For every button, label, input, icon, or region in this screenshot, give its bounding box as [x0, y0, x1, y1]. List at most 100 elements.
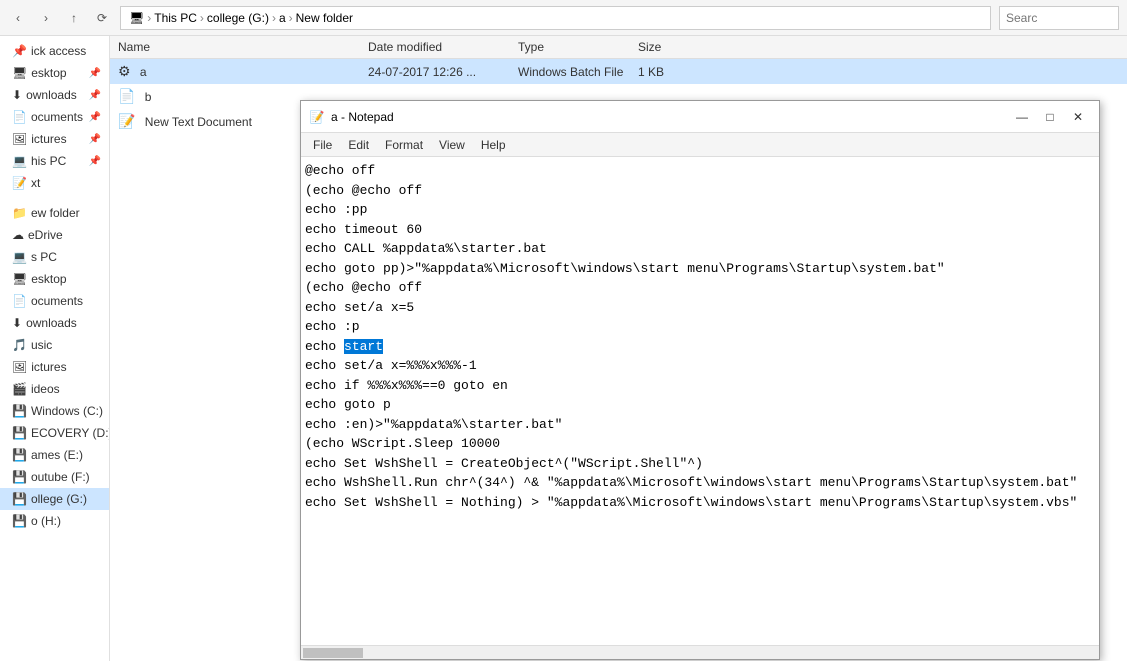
nav-forward-button[interactable]: › [36, 8, 56, 28]
col-header-name[interactable]: Name [118, 40, 368, 54]
minimize-button[interactable]: — [1009, 107, 1035, 127]
sidebar-item-pictures[interactable]: 🖼 ictures 📌 [0, 128, 109, 150]
sidebar-item-h[interactable]: 💾 o (H:) [0, 510, 109, 532]
sidebar-item-blank[interactable] [0, 194, 109, 202]
pin-icon: 📌 [89, 156, 101, 167]
pictures-icon: 🖼 [12, 132, 27, 146]
file-size-a: 1 KB [638, 65, 718, 79]
menu-file[interactable]: File [305, 136, 340, 154]
this-pc-icon: 💻 [12, 154, 27, 168]
sidebar-item-windows-c[interactable]: 💾 Windows (C:) [0, 400, 109, 422]
sidebar-label: ECOVERY (D:) [31, 426, 109, 440]
file-list-header: Name Date modified Type Size [110, 36, 1127, 59]
nav-up-button[interactable]: ↑ [64, 8, 84, 28]
close-button[interactable]: ✕ [1065, 107, 1091, 127]
sidebar-item-onedrive[interactable]: ☁ eDrive [0, 224, 109, 246]
sidebar-label: ictures [31, 360, 66, 374]
sidebar-label: eDrive [28, 228, 63, 242]
sidebar-item-s-pc[interactable]: 💻 s PC [0, 246, 109, 268]
desktop2-icon: 🖥 [12, 272, 27, 286]
sidebar-item-this-pc[interactable]: 💻 his PC 📌 [0, 150, 109, 172]
pin-icon: 📌 [89, 68, 101, 79]
scrollbar-thumb[interactable] [303, 648, 363, 658]
sidebar-item-college-g[interactable]: 💾 ollege (G:) [0, 488, 109, 510]
menu-format[interactable]: Format [377, 136, 431, 154]
sidebar-label: s PC [31, 250, 57, 264]
sidebar-item-quick-access[interactable]: 📌 ick access [0, 40, 109, 62]
pin-icon: 📌 [89, 112, 101, 123]
sidebar-label: his PC [31, 154, 66, 168]
sidebar-item-youtube-f[interactable]: 💾 outube (F:) [0, 466, 109, 488]
onedrive-icon: ☁ [12, 228, 24, 242]
drive-e-icon: 💾 [12, 448, 27, 462]
batch-file-icon: ⚙ [118, 63, 131, 79]
breadcrumb-icon: 🖥 [129, 11, 144, 25]
sidebar-label: xt [31, 176, 40, 190]
file-b-icon: 📄 [118, 88, 135, 104]
notepad-content[interactable]: @echo off (echo @echo off echo :pp echo … [301, 157, 1099, 645]
breadcrumb-part-1[interactable]: This PC [154, 11, 197, 25]
sidebar-label: ocuments [31, 294, 83, 308]
sidebar-item-downloads[interactable]: ⬇ ownloads 📌 [0, 84, 109, 106]
text-icon: 📝 [12, 176, 27, 190]
menu-view[interactable]: View [431, 136, 473, 154]
breadcrumb-part-4[interactable]: New folder [296, 11, 353, 25]
sidebar-item-xt[interactable]: 📝 xt [0, 172, 109, 194]
sidebar-label: ew folder [31, 206, 80, 220]
col-header-type[interactable]: Type [518, 40, 638, 54]
nav-back-button[interactable]: ‹ [8, 8, 28, 28]
sidebar-item-documents2[interactable]: 📄 ocuments [0, 290, 109, 312]
sidebar-item-videos[interactable]: 🎬 ideos [0, 378, 109, 400]
sidebar-item-new-folder[interactable]: 📁 ew folder [0, 202, 109, 224]
sidebar-label: o (H:) [31, 514, 61, 528]
sidebar-label: ideos [31, 382, 60, 396]
file-row-a[interactable]: ⚙ a 24-07-2017 12:26 ... Windows Batch F… [110, 59, 1127, 84]
drive-f-icon: 💾 [12, 470, 27, 484]
sidebar-label: outube (F:) [31, 470, 90, 484]
sidebar-label: ollege (G:) [31, 492, 87, 506]
breadcrumb[interactable]: 🖥 › This PC › college (G:) › a › New fol… [120, 6, 991, 30]
downloads-icon: ⬇ [12, 88, 22, 102]
pc-icon: 💻 [12, 250, 27, 264]
sidebar-item-desktop2[interactable]: 🖥 esktop [0, 268, 109, 290]
refresh-button[interactable]: ⟳ [92, 8, 112, 28]
col-header-size[interactable]: Size [638, 40, 718, 54]
sidebar-label: ick access [31, 44, 86, 58]
menu-edit[interactable]: Edit [340, 136, 377, 154]
sidebar-item-music[interactable]: 🎵 usic [0, 334, 109, 356]
sidebar-item-desktop[interactable]: 🖥 esktop 📌 [0, 62, 109, 84]
search-input[interactable] [999, 6, 1119, 30]
sidebar-label: ocuments [31, 110, 83, 124]
file-date-a: 24-07-2017 12:26 ... [368, 65, 518, 79]
notepad-menubar: File Edit Format View Help [301, 133, 1099, 157]
sidebar-item-documents[interactable]: 📄 ocuments 📌 [0, 106, 109, 128]
menu-help[interactable]: Help [473, 136, 514, 154]
breadcrumb-part-3[interactable]: a [279, 11, 286, 25]
maximize-button[interactable]: □ [1037, 107, 1063, 127]
dl2-icon: ⬇ [12, 316, 22, 330]
sidebar-item-games-e[interactable]: 💾 ames (E:) [0, 444, 109, 466]
horizontal-scrollbar[interactable] [301, 645, 1099, 659]
music-icon: 🎵 [12, 338, 27, 352]
sidebar-label: ownloads [26, 88, 77, 102]
breadcrumb-part-2[interactable]: college (G:) [207, 11, 269, 25]
notepad-titlebar: 📝 a - Notepad — □ ✕ [301, 101, 1099, 133]
sidebar-item-downloads2[interactable]: ⬇ ownloads [0, 312, 109, 334]
drive-c-icon: 💾 [12, 404, 27, 418]
sidebar-label: ownloads [26, 316, 77, 330]
explorer-toolbar: ‹ › ↑ ⟳ 🖥 › This PC › college (G:) › a ›… [0, 0, 1127, 36]
sidebar-item-pictures2[interactable]: 🖼 ictures [0, 356, 109, 378]
col-header-date[interactable]: Date modified [368, 40, 518, 54]
pin-icon: 📌 [89, 90, 101, 101]
drive-g-icon: 💾 [12, 492, 27, 506]
sidebar-label: esktop [31, 272, 66, 286]
file-type-a: Windows Batch File [518, 65, 638, 79]
sidebar-label: Windows (C:) [31, 404, 103, 418]
pin-icon: 📌 [89, 134, 101, 145]
drive-h-icon: 💾 [12, 514, 27, 528]
sidebar-label: esktop [31, 66, 66, 80]
sidebar-item-recovery-d[interactable]: 💾 ECOVERY (D:) [0, 422, 109, 444]
notepad-window: 📝 a - Notepad — □ ✕ File Edit Format Vie… [300, 100, 1100, 660]
documents-icon: 📄 [12, 110, 27, 124]
sidebar: 📌 ick access 🖥 esktop 📌 ⬇ ownloads 📌 📄 o… [0, 36, 110, 661]
